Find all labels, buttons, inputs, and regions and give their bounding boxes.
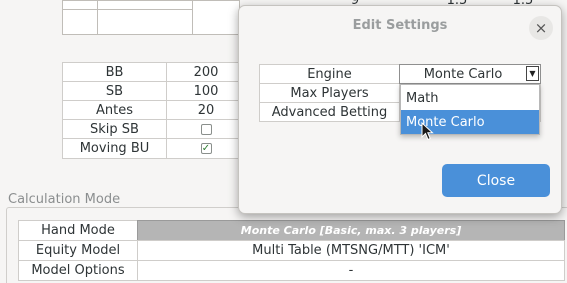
settings-value-skip-sb xyxy=(166,119,246,139)
engine-combobox[interactable]: Monte Carlo ▼ xyxy=(399,64,541,84)
settings-value-bb[interactable]: 200 xyxy=(166,62,246,82)
engine-option-math[interactable]: Math xyxy=(401,86,539,110)
settings-label-moving-bu: Moving BU xyxy=(62,138,167,159)
top-grid-cell xyxy=(192,0,240,35)
chevron-down-icon[interactable]: ▼ xyxy=(526,66,539,81)
dialog-label-advanced-betting: Advanced Betting xyxy=(259,102,400,122)
settings-value-moving-bu: ✓ xyxy=(166,138,246,159)
mouse-pointer-icon xyxy=(421,122,434,141)
dialog-label-engine: Engine xyxy=(259,64,400,84)
calc-label-hand-mode: Hand Mode xyxy=(18,220,138,241)
settings-label-sb: SB xyxy=(62,81,167,101)
calc-label-model-options: Model Options xyxy=(18,260,138,281)
calc-value-model-options[interactable]: - xyxy=(137,260,565,281)
settings-label-bb: BB xyxy=(62,62,167,82)
top-grid-cell xyxy=(97,9,193,35)
settings-value-sb[interactable]: 100 xyxy=(166,81,246,101)
calc-value-equity-model[interactable]: Multi Table (MTSNG/MTT) 'ICM' xyxy=(137,240,565,261)
checkmark-icon: ✓ xyxy=(201,142,211,154)
settings-label-antes: Antes xyxy=(62,100,167,120)
close-button[interactable]: Close xyxy=(442,164,550,197)
settings-label-skip-sb: Skip SB xyxy=(62,119,167,139)
moving-bu-checkbox[interactable]: ✓ xyxy=(200,142,212,154)
engine-combobox-value: Monte Carlo xyxy=(423,66,503,82)
calc-label-equity-model: Equity Model xyxy=(18,240,138,261)
skip-sb-checkbox[interactable] xyxy=(200,123,212,135)
top-grid-cell xyxy=(62,9,98,35)
calc-value-hand-mode[interactable]: Monte Carlo [Basic, max. 3 players] xyxy=(137,220,565,241)
dialog-title: Edit Settings xyxy=(352,18,448,33)
settings-value-antes[interactable]: 20 xyxy=(166,100,246,120)
calc-mode-section-label: Calculation Mode xyxy=(6,192,123,207)
dialog-close-icon[interactable]: × xyxy=(529,16,553,40)
dialog-label-max-players: Max Players xyxy=(259,83,400,103)
